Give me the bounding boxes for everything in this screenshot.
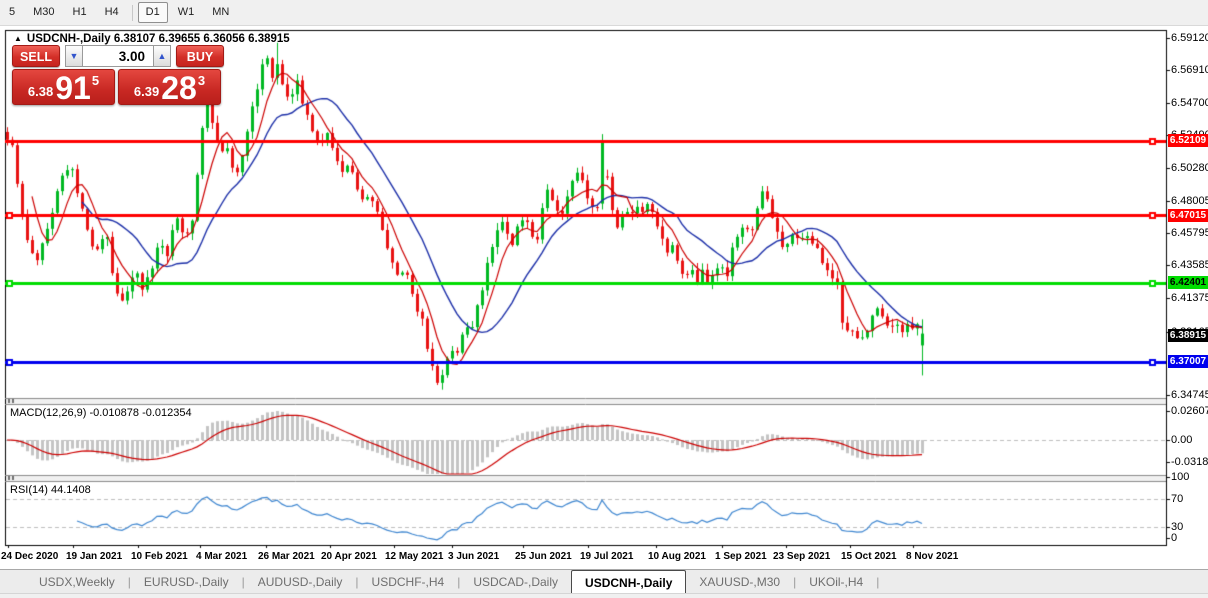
date-axis-label: 15 Oct 2021 bbox=[841, 551, 897, 562]
macd-axis-label: 0.00 bbox=[1171, 434, 1193, 446]
date-axis-label: 10 Aug 2021 bbox=[648, 551, 706, 562]
rsi-axis-label: 100 bbox=[1171, 471, 1190, 483]
hline-price-tag: 6.42401 bbox=[1168, 276, 1208, 290]
trading-terminal-window: 5M30H1H4D1W1MN ▲USDCNH-,Daily 6.38107 6.… bbox=[0, 0, 1208, 598]
date-axis-label: 26 Mar 2021 bbox=[258, 551, 315, 562]
tab-ukoil-h4[interactable]: UKOil-,H4 bbox=[796, 570, 876, 594]
collapse-triangle-icon[interactable]: ▲ bbox=[14, 34, 22, 43]
price-axis-label: 6.41375 bbox=[1171, 292, 1208, 304]
buy-price-pip: 3 bbox=[197, 73, 206, 88]
chart-title: ▲ USDCNH-,Daily 6.38107 6.39655 6.36056 6… bbox=[14, 33, 290, 45]
price-axis-label: 6.56910 bbox=[1171, 64, 1208, 76]
chart-tab-bar: USDX,Weekly | EURUSD-,Daily | AUDUSD-,Daily |… bbox=[0, 569, 1208, 594]
tab-usdcad-daily[interactable]: USDCAD-,Daily bbox=[460, 570, 571, 594]
macd-axis-label: 0.02607 bbox=[1171, 405, 1208, 417]
volume-spinner: ▼ ▲ bbox=[65, 45, 171, 67]
price-axis-label: 6.50280 bbox=[1171, 162, 1208, 174]
tab-eurusd-daily[interactable]: EURUSD-,Daily bbox=[131, 570, 242, 594]
date-axis-label: 8 Nov 2021 bbox=[906, 551, 959, 562]
chart-symbol-label: USDCNH-,Daily bbox=[26, 33, 111, 45]
hline-price-tag: 6.37007 bbox=[1168, 355, 1208, 368]
tab-usdx-weekly[interactable]: USDX,Weekly bbox=[26, 570, 128, 594]
macd-indicator-label: MACD(12,26,9) -0.010878 -0.012354 bbox=[10, 407, 192, 419]
date-axis-label: 25 Jun 2021 bbox=[515, 551, 572, 562]
sell-price-pip: 5 bbox=[91, 73, 100, 88]
price-axis-label: 6.54700 bbox=[1171, 97, 1208, 109]
sell-button[interactable]: SELL bbox=[12, 45, 60, 67]
macd-axis-label: -0.03187 bbox=[1171, 456, 1208, 468]
date-axis-label: 24 Dec 2020 bbox=[1, 551, 59, 562]
one-click-trade-widget: SELL ▼ ▲ BUY 6.38 91 5 6.39 28 3 bbox=[12, 45, 224, 105]
trade-quotes-row: 6.38 91 5 6.39 28 3 bbox=[12, 69, 224, 105]
sell-price-big: 91 bbox=[55, 70, 91, 106]
tab-usdchf-h4[interactable]: USDCHF-,H4 bbox=[359, 570, 458, 594]
chart-ohlc-values: 6.38107 6.39655 6.36056 6.38915 bbox=[113, 33, 290, 45]
volume-input[interactable] bbox=[83, 45, 153, 67]
trade-buttons-row: SELL ▼ ▲ BUY bbox=[12, 45, 224, 67]
tab-separator: | bbox=[876, 575, 880, 589]
buy-button[interactable]: BUY bbox=[176, 45, 224, 67]
price-axis-label: 6.34745 bbox=[1171, 389, 1208, 401]
date-axis-label: 10 Feb 2021 bbox=[131, 551, 188, 562]
tab-usdcnh-daily[interactable]: USDCNH-,Daily bbox=[571, 570, 687, 594]
buy-price-big: 28 bbox=[161, 70, 197, 106]
volume-decrease-button[interactable]: ▼ bbox=[65, 45, 83, 67]
price-axis-label: 6.59120 bbox=[1171, 32, 1208, 44]
tab-xauusd-m30[interactable]: XAUUSD-,M30 bbox=[686, 570, 793, 594]
sell-price-prefix: 6.38 bbox=[27, 84, 54, 99]
date-axis-label: 20 Apr 2021 bbox=[321, 551, 377, 562]
price-axis-label: 6.45795 bbox=[1171, 227, 1208, 239]
tab-audusd-daily[interactable]: AUDUSD-,Daily bbox=[245, 570, 356, 594]
rsi-axis-label: 0 bbox=[1171, 532, 1178, 544]
date-axis-label: 19 Jul 2021 bbox=[580, 551, 634, 562]
hline-price-tag: 6.52109 bbox=[1168, 134, 1208, 148]
date-axis-label: 4 Mar 2021 bbox=[196, 551, 248, 562]
tab-bar-lead-space bbox=[0, 570, 26, 594]
price-axis-label: 6.48005 bbox=[1171, 195, 1208, 207]
price-axis-label: 6.43585 bbox=[1171, 259, 1208, 271]
volume-increase-button[interactable]: ▲ bbox=[153, 45, 171, 67]
buy-price-prefix: 6.39 bbox=[133, 84, 160, 99]
current-price-tag: 6.38915 bbox=[1168, 329, 1208, 343]
sell-quote-panel[interactable]: 6.38 91 5 bbox=[12, 69, 115, 105]
status-strip bbox=[0, 593, 1208, 598]
date-axis-label: 19 Jan 2021 bbox=[66, 551, 123, 562]
date-axis-label: 12 May 2021 bbox=[385, 551, 444, 562]
buy-quote-panel[interactable]: 6.39 28 3 bbox=[118, 69, 221, 105]
hline-price-tag: 6.47015 bbox=[1168, 208, 1208, 222]
date-axis-label: 23 Sep 2021 bbox=[773, 551, 831, 562]
rsi-indicator-label: RSI(14) 44.1408 bbox=[10, 484, 91, 496]
date-axis-label: 1 Sep 2021 bbox=[715, 551, 767, 562]
date-axis-label: 3 Jun 2021 bbox=[448, 551, 500, 562]
rsi-axis-label: 70 bbox=[1171, 493, 1184, 505]
